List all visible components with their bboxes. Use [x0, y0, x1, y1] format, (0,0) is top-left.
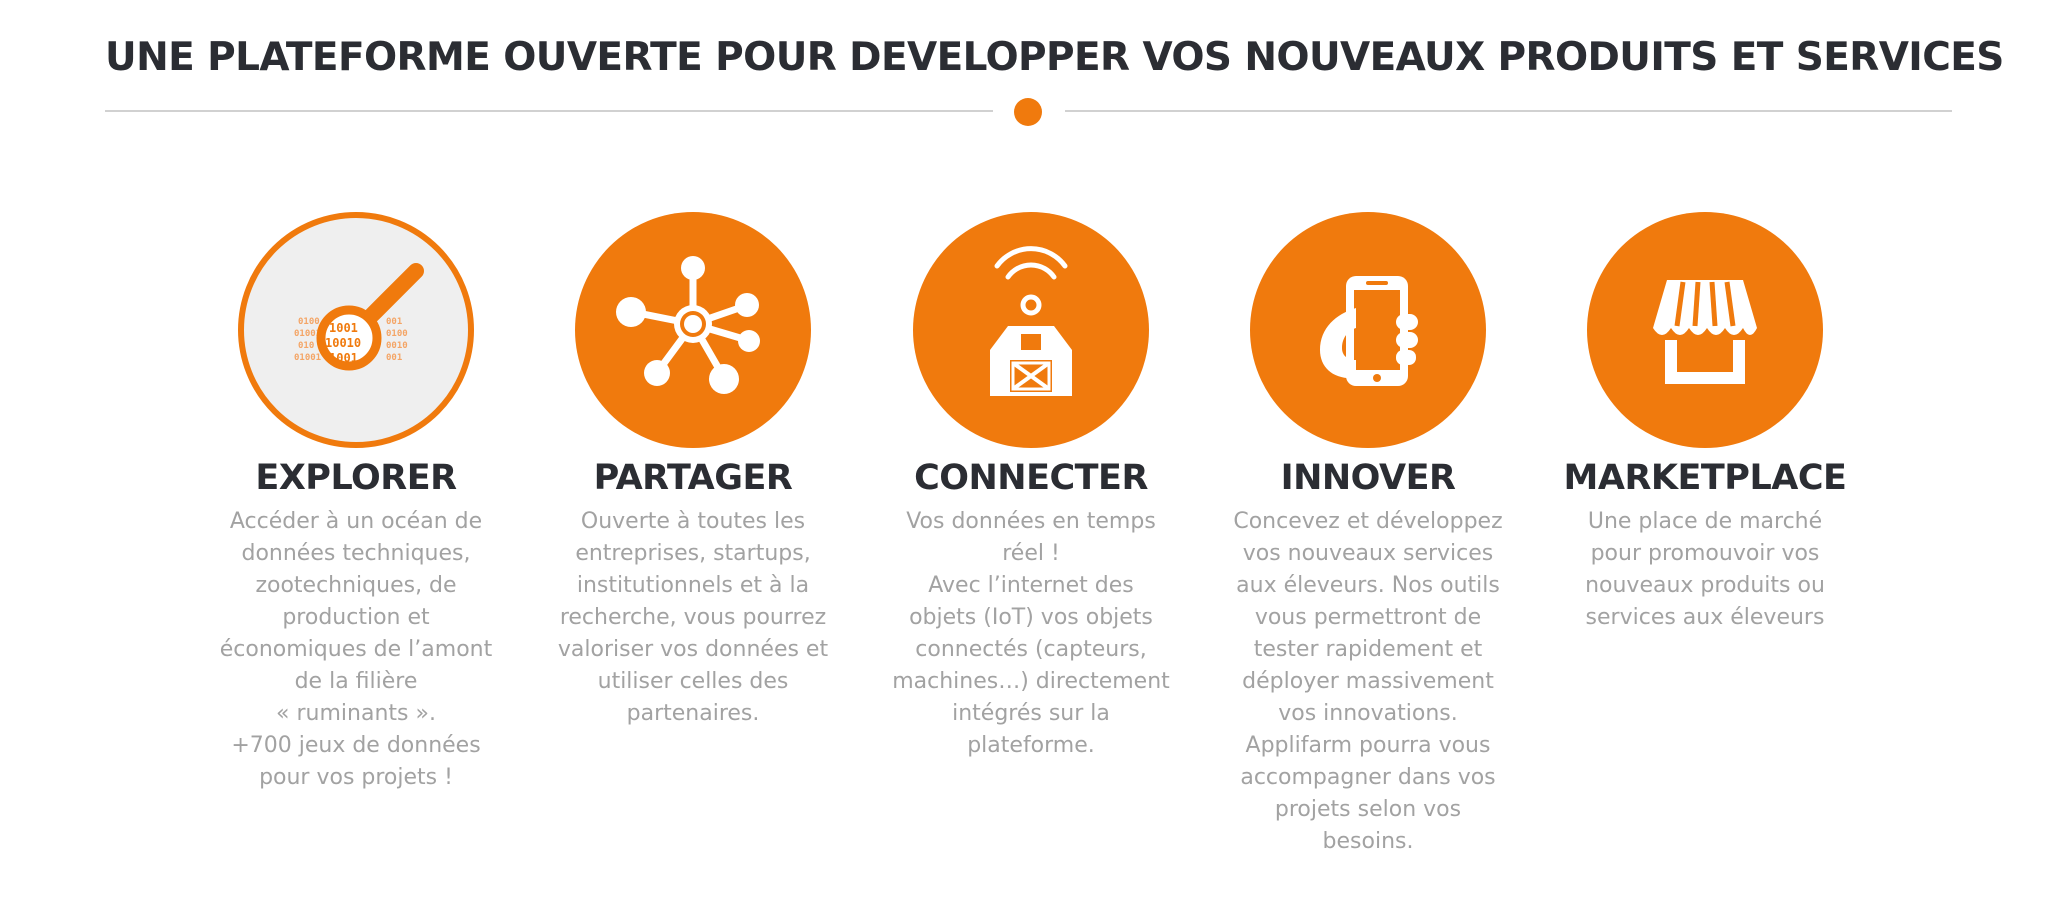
- description-line: Vos données en temps: [906, 509, 1156, 534]
- description-line: Une place de marché: [1587, 509, 1823, 534]
- description-line: recherche, vous pourrez: [559, 605, 827, 630]
- feature-title: MARKETPLACE: [1563, 458, 1847, 498]
- description-line: données techniques,: [241, 541, 471, 566]
- description-line: aux éleveurs. Nos outils: [1236, 573, 1500, 598]
- description-line: de la filière: [294, 669, 418, 694]
- description-line: réel !: [1002, 541, 1060, 566]
- description-line: services aux éleveurs: [1585, 605, 1825, 630]
- description-line: nouveaux produits ou: [1585, 573, 1825, 598]
- feature-description: Accéder à un océan de données techniques…: [206, 506, 506, 794]
- feature-description: Ouverte à toutes les entreprises, startu…: [543, 506, 843, 730]
- feature-title: PARTAGER: [593, 458, 793, 498]
- feature-title: INNOVER: [1280, 458, 1456, 498]
- description-line: vos nouveaux services: [1242, 541, 1494, 566]
- svg-text:001: 001: [386, 353, 402, 363]
- description-line: pour vos projets !: [259, 765, 453, 790]
- connected-barn-icon: [911, 210, 1151, 450]
- svg-text:1001: 1001: [329, 321, 358, 335]
- hand-smartphone-icon: [1248, 210, 1488, 450]
- svg-text:0100: 0100: [386, 329, 408, 339]
- svg-text:0010: 0010: [386, 341, 408, 351]
- description-line: Ouverte à toutes les: [580, 509, 806, 534]
- title-divider-dot: [1014, 98, 1042, 126]
- description-line: entreprises, startups,: [575, 541, 811, 566]
- svg-text:1001: 1001: [329, 351, 358, 365]
- description-line: déployer massivement: [1242, 669, 1494, 694]
- feature-description: Concevez et développez vos nouveaux serv…: [1218, 506, 1518, 858]
- description-line: accompagner dans vos: [1240, 765, 1496, 790]
- description-line: Avec l’internet des: [928, 573, 1134, 598]
- header: UNE PLATEFORME OUVERTE POUR DEVELOPPER V…: [105, 30, 2004, 126]
- description-line: valoriser vos données et: [557, 637, 829, 662]
- feature-title: CONNECTER: [914, 458, 1148, 498]
- description-line: connectés (capteurs,: [915, 637, 1147, 662]
- svg-text:10010: 10010: [325, 336, 361, 350]
- page-title: UNE PLATEFORME OUVERTE POUR DEVELOPPER V…: [105, 35, 2004, 80]
- svg-text:001: 001: [386, 317, 402, 327]
- description-line: « ruminants ».: [276, 701, 436, 726]
- description-line: pour promouvoir vos: [1590, 541, 1820, 566]
- description-line: partenaires.: [626, 701, 760, 726]
- svg-text:0100: 0100: [298, 317, 320, 327]
- feature-title: EXPLORER: [255, 458, 457, 498]
- description-line: Applifarm pourra vous: [1245, 733, 1491, 758]
- description-line: Accéder à un océan de: [229, 509, 483, 534]
- svg-text:01001: 01001: [294, 353, 321, 363]
- description-line: vos innovations.: [1278, 701, 1458, 726]
- description-line: objets (IoT) vos objets: [909, 605, 1153, 630]
- description-line: besoins.: [1322, 829, 1414, 854]
- description-line: utiliser celles des: [597, 669, 789, 694]
- market-stall-icon: [1585, 210, 1825, 450]
- description-line: tester rapidement et: [1253, 637, 1483, 662]
- description-line: intégrés sur la: [952, 701, 1110, 726]
- description-line: vous permettront de: [1254, 605, 1482, 630]
- description-line: machines…) directement: [892, 669, 1170, 694]
- feature-description: Une place de marché pour promouvoir vos …: [1555, 506, 1855, 634]
- description-line: économiques de l’amont: [219, 637, 493, 662]
- description-line: zootechniques, de: [255, 573, 457, 598]
- description-line: plateforme.: [967, 733, 1095, 758]
- description-line: Concevez et développez: [1233, 509, 1503, 534]
- description-line: projets selon vos: [1274, 797, 1462, 822]
- feature-description: Vos données en temps réel ! Avec l’inter…: [881, 506, 1181, 762]
- description-line: +700 jeux de données: [231, 733, 481, 758]
- network-hub-icon: [573, 210, 813, 450]
- magnifier-binary-icon: 0100 01001 010 01001 001 0100 0010 001 1…: [236, 210, 476, 450]
- description-line: institutionnels et à la: [576, 573, 810, 598]
- title-divider-left: [105, 110, 993, 112]
- svg-text:010: 010: [298, 341, 314, 351]
- title-divider-right: [1065, 110, 1952, 112]
- description-line: production et: [282, 605, 430, 630]
- features-section: 0100 01001 010 01001 001 0100 0010 001 1…: [0, 210, 2048, 890]
